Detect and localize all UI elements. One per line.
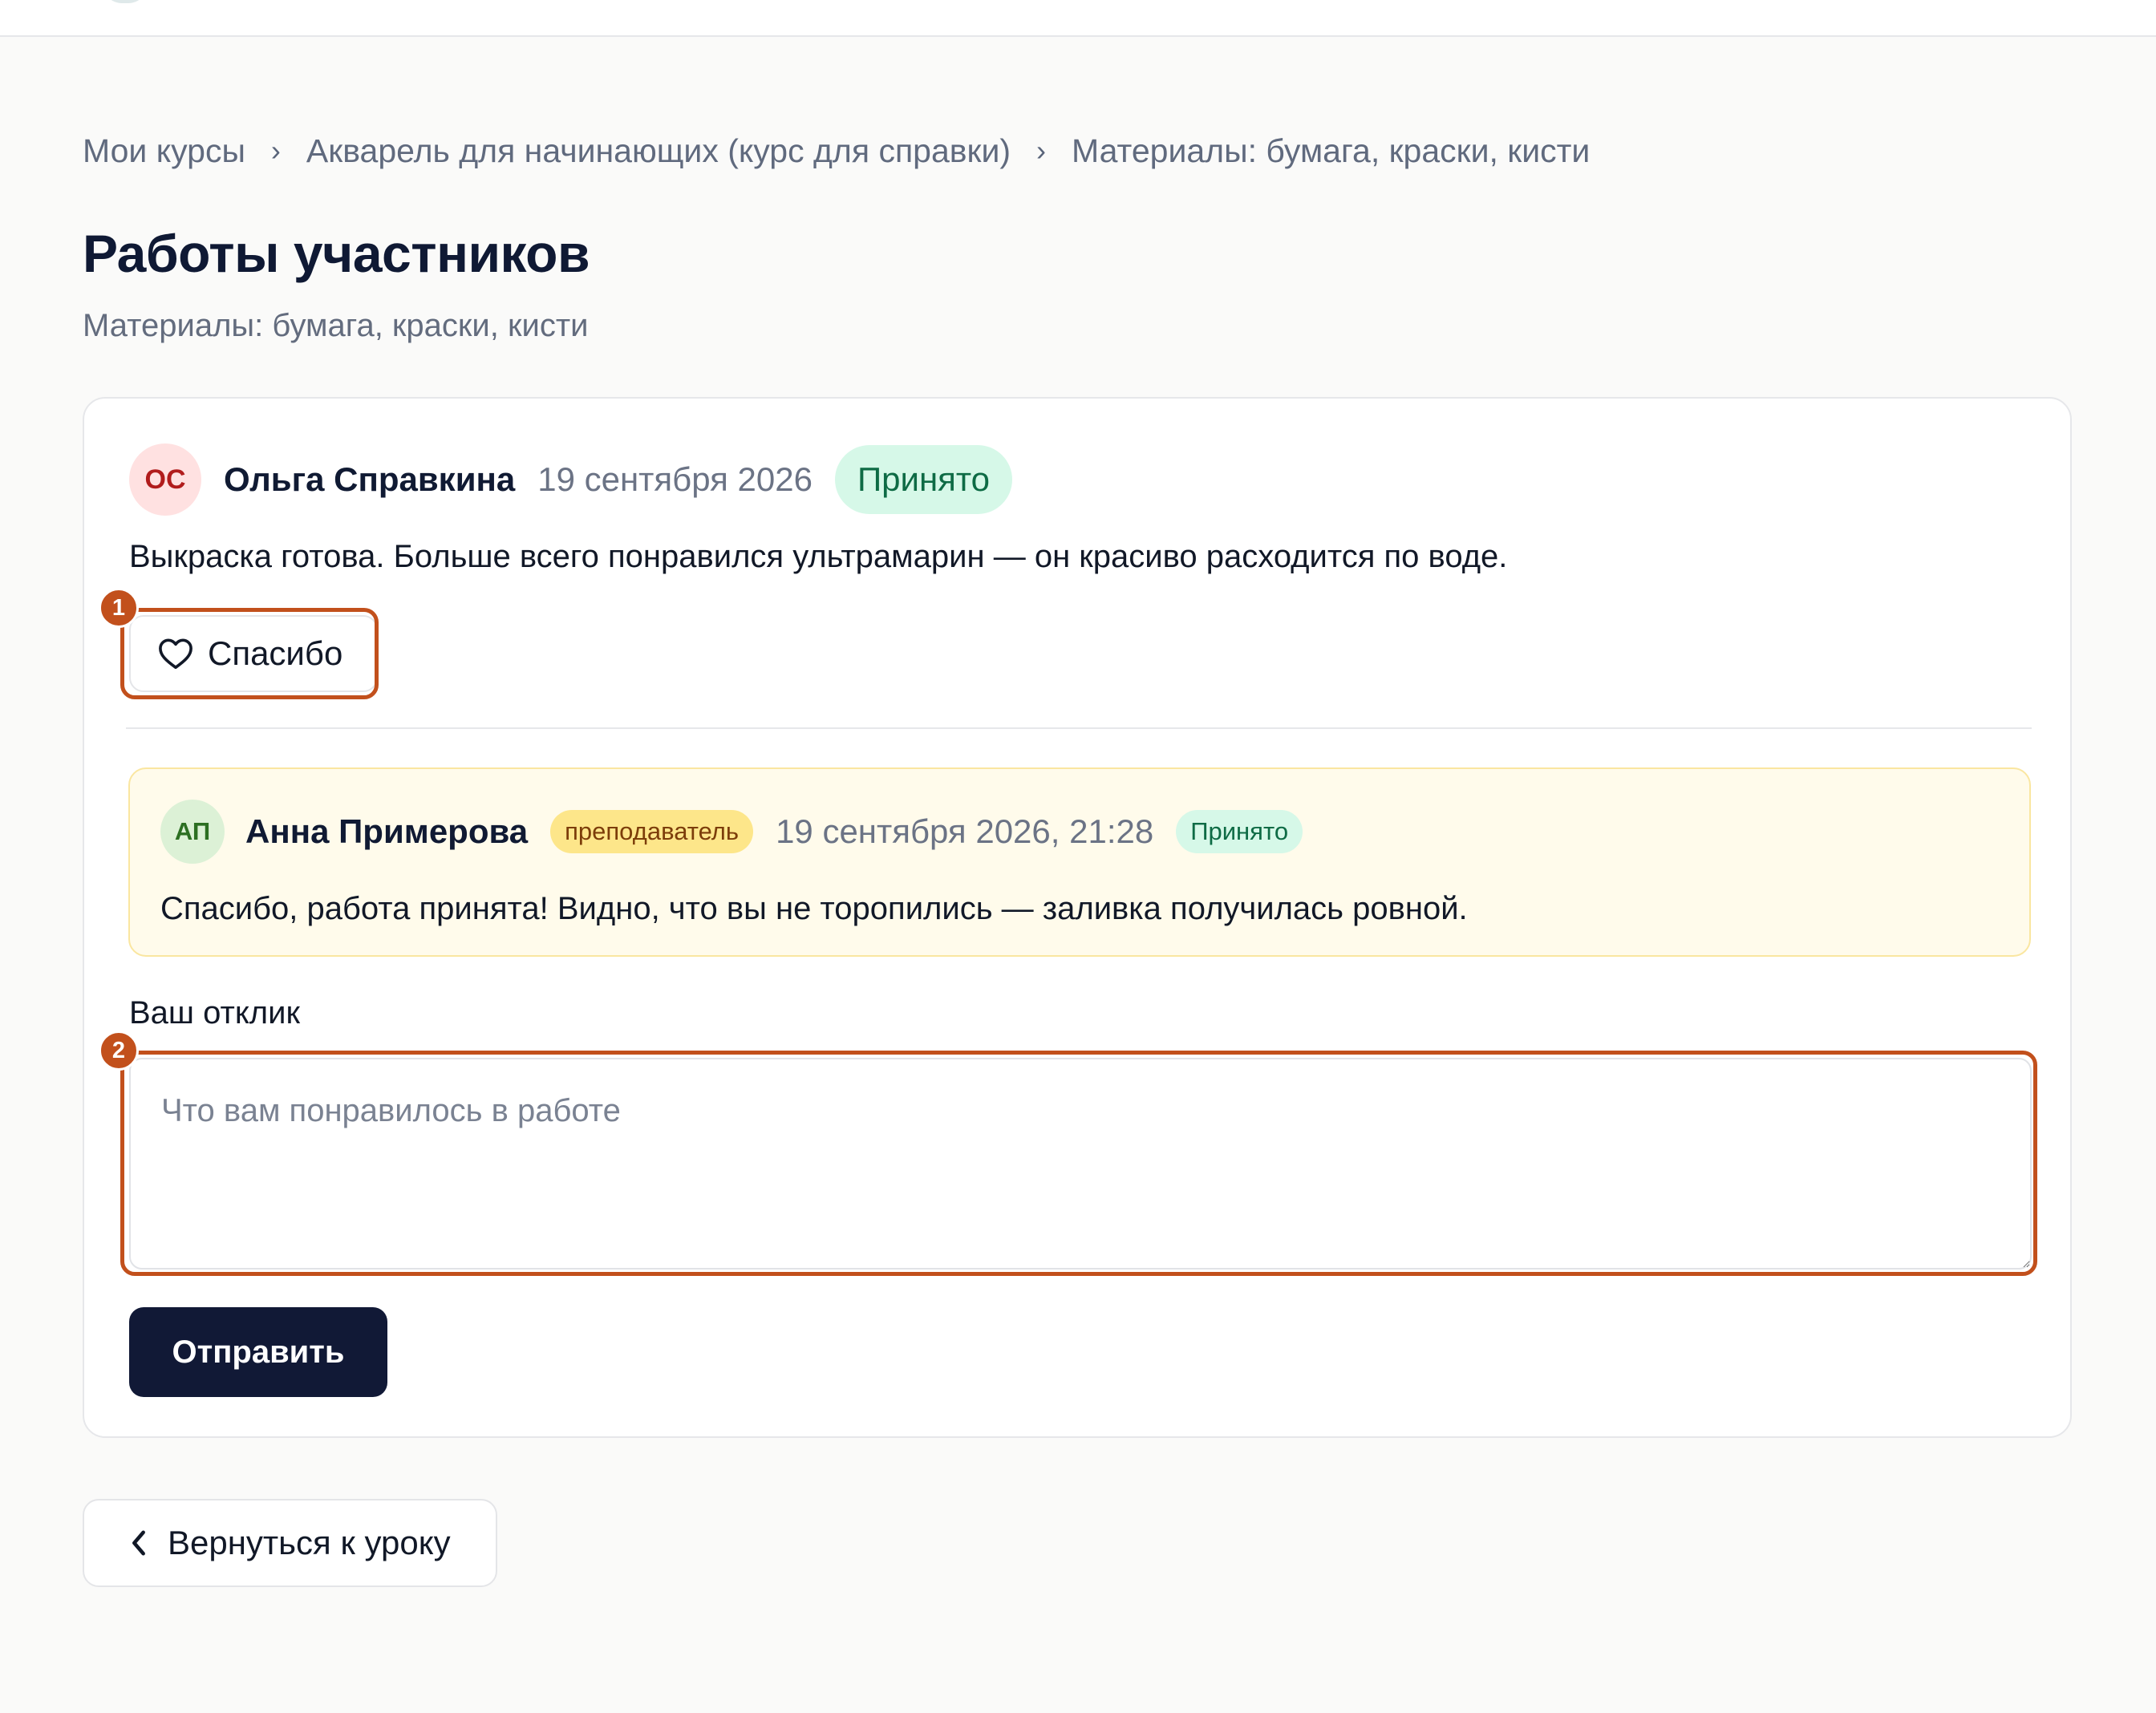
breadcrumb-item-my-courses[interactable]: Мои курсы [83, 132, 245, 170]
submit-button[interactable]: Отправить [129, 1307, 387, 1397]
submission-card: ОС Ольга Справкина 19 сентября 2026 Прин… [83, 397, 2072, 1438]
teacher-reply: АП Анна Примерова преподаватель 19 сентя… [128, 767, 2031, 957]
reply-author-name: Анна Примерова [245, 812, 529, 850]
logo-icon[interactable] [103, 0, 148, 3]
avatar: ОС [129, 443, 201, 516]
page-title: Работы участников [83, 224, 590, 283]
submission-header: ОС Ольга Справкина 19 сентября 2026 Прин… [129, 443, 1013, 516]
breadcrumb: Мои курсы › Акварель для начинающих (кур… [83, 128, 1590, 173]
thanks-button-label: Спасибо [208, 634, 343, 672]
author-name: Ольга Справкина [224, 460, 516, 498]
role-badge: преподаватель [550, 810, 754, 853]
breadcrumb-item-course[interactable]: Акварель для начинающих (курс для справк… [306, 132, 1011, 170]
status-badge: Принято [834, 445, 1013, 514]
breadcrumb-separator-icon: › [270, 134, 281, 167]
annotation-marker-1: 1 [99, 588, 139, 628]
response-input[interactable] [129, 1058, 2032, 1270]
breadcrumb-separator-icon: › [1036, 134, 1047, 167]
submission-text: Выкраска готова. Больше всего понравился… [129, 539, 1508, 574]
avatar: АП [160, 800, 225, 864]
back-button-label: Вернуться к уроку [168, 1524, 451, 1561]
submission-date: 19 сентября 2026 [537, 460, 813, 498]
breadcrumb-item-lesson[interactable]: Материалы: бумага, краски, кисти [1072, 132, 1590, 170]
top-bar [0, 0, 2156, 37]
chevron-left-icon [132, 1530, 145, 1556]
divider [126, 727, 2032, 729]
response-label: Ваш отклик [129, 995, 300, 1031]
page-subtitle: Материалы: бумага, краски, кисти [83, 308, 589, 343]
reply-status-badge: Принято [1176, 810, 1303, 853]
reply-header: АП Анна Примерова преподаватель 19 сентя… [160, 800, 1303, 864]
back-to-lesson-button[interactable]: Вернуться к уроку [83, 1499, 497, 1587]
reply-text: Спасибо, работа принята! Видно, что вы н… [160, 891, 1468, 926]
heart-icon [159, 638, 192, 670]
thanks-button[interactable]: Спасибо [129, 615, 378, 692]
reply-date: 19 сентября 2026, 21:28 [776, 812, 1154, 850]
annotation-marker-2: 2 [99, 1031, 139, 1071]
